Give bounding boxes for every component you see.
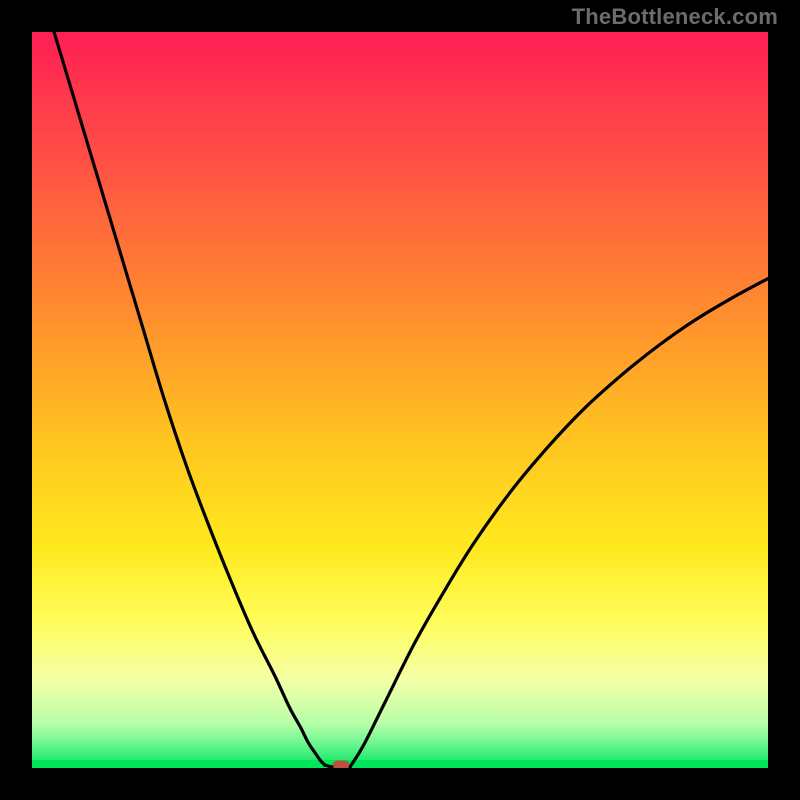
minimum-marker: [333, 761, 349, 768]
plot-area: [32, 32, 768, 768]
chart-frame: TheBottleneck.com: [0, 0, 800, 800]
gradient-background: [32, 32, 768, 768]
watermark-label: TheBottleneck.com: [572, 4, 778, 30]
bottleneck-chart: [32, 32, 768, 768]
green-baseline-band: [32, 760, 768, 768]
